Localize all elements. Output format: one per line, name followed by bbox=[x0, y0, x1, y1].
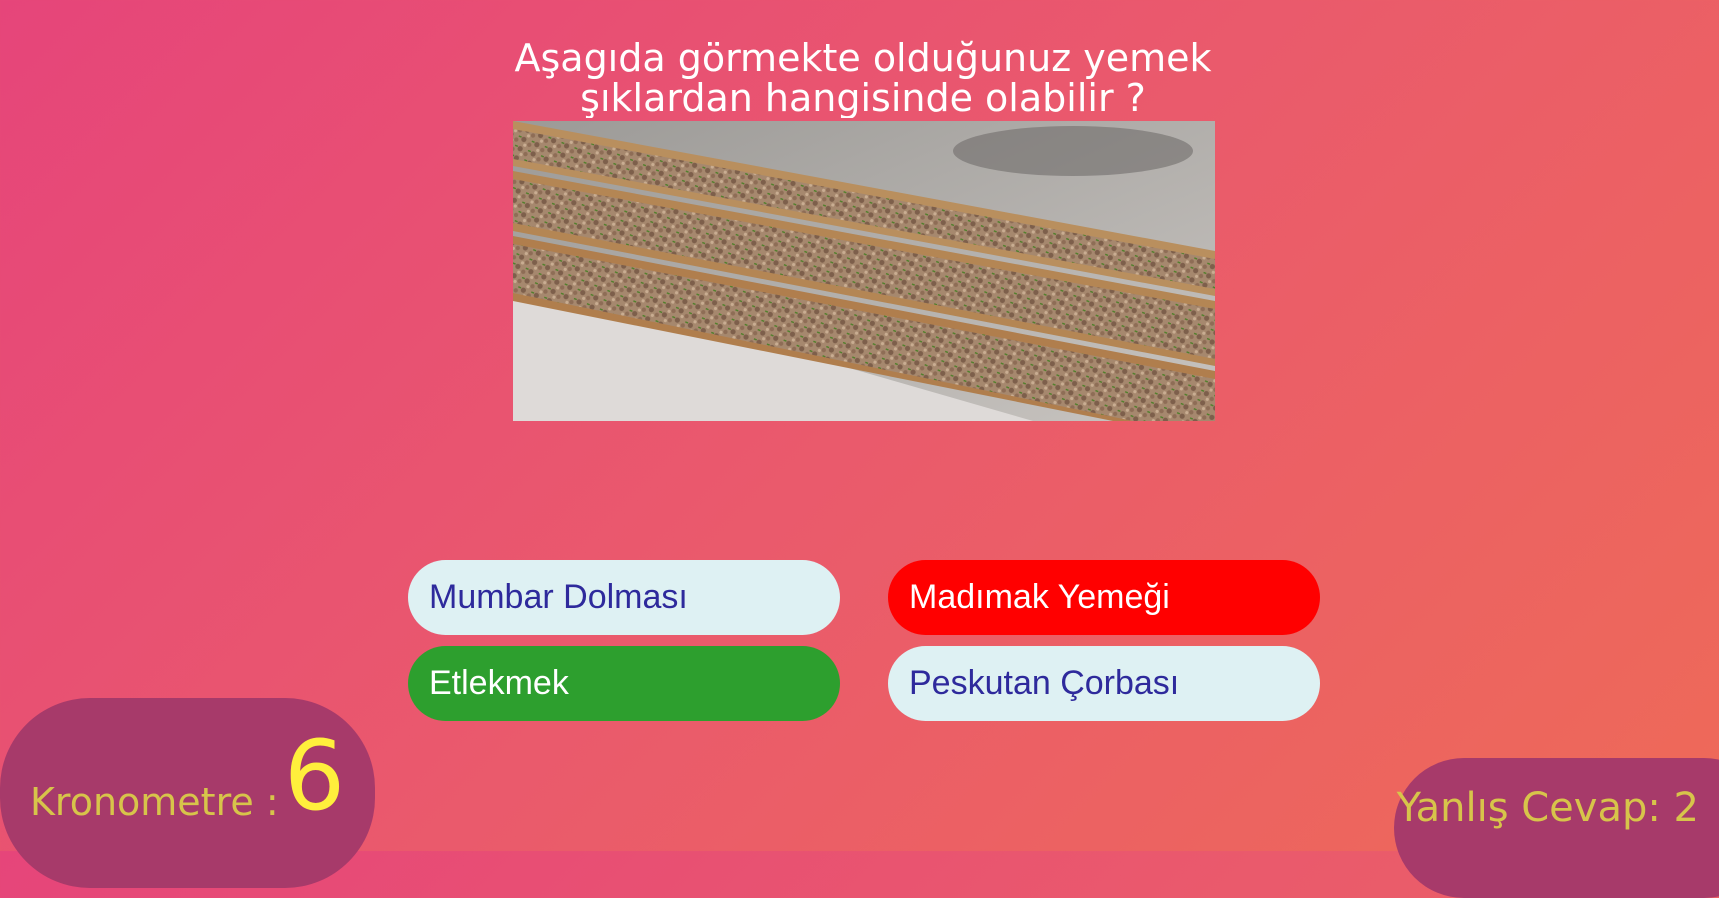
answer-option-3-label: Etlekmek bbox=[429, 664, 569, 702]
answer-option-4-label: Peskutan Çorbası bbox=[909, 664, 1180, 702]
wrong-answer-count: Yanlış Cevap: 2 bbox=[1396, 785, 1699, 831]
answer-option-4[interactable]: Peskutan Çorbası bbox=[888, 646, 1320, 721]
timer-label: Kronometre : bbox=[30, 780, 279, 824]
timer-value: 6 bbox=[284, 720, 346, 832]
answer-option-1-label: Mumbar Dolması bbox=[429, 578, 688, 616]
food-photo bbox=[513, 121, 1215, 421]
answer-option-2[interactable]: Madımak Yemeği bbox=[888, 560, 1320, 635]
answer-option-1[interactable]: Mumbar Dolması bbox=[408, 560, 840, 635]
food-photo-illustration bbox=[513, 121, 1215, 421]
answer-option-3[interactable]: Etlekmek bbox=[408, 646, 840, 721]
answer-option-2-label: Madımak Yemeği bbox=[909, 578, 1170, 616]
question-text: Aşagıda görmekte olduğunuz yemek şıklard… bbox=[514, 38, 1212, 118]
